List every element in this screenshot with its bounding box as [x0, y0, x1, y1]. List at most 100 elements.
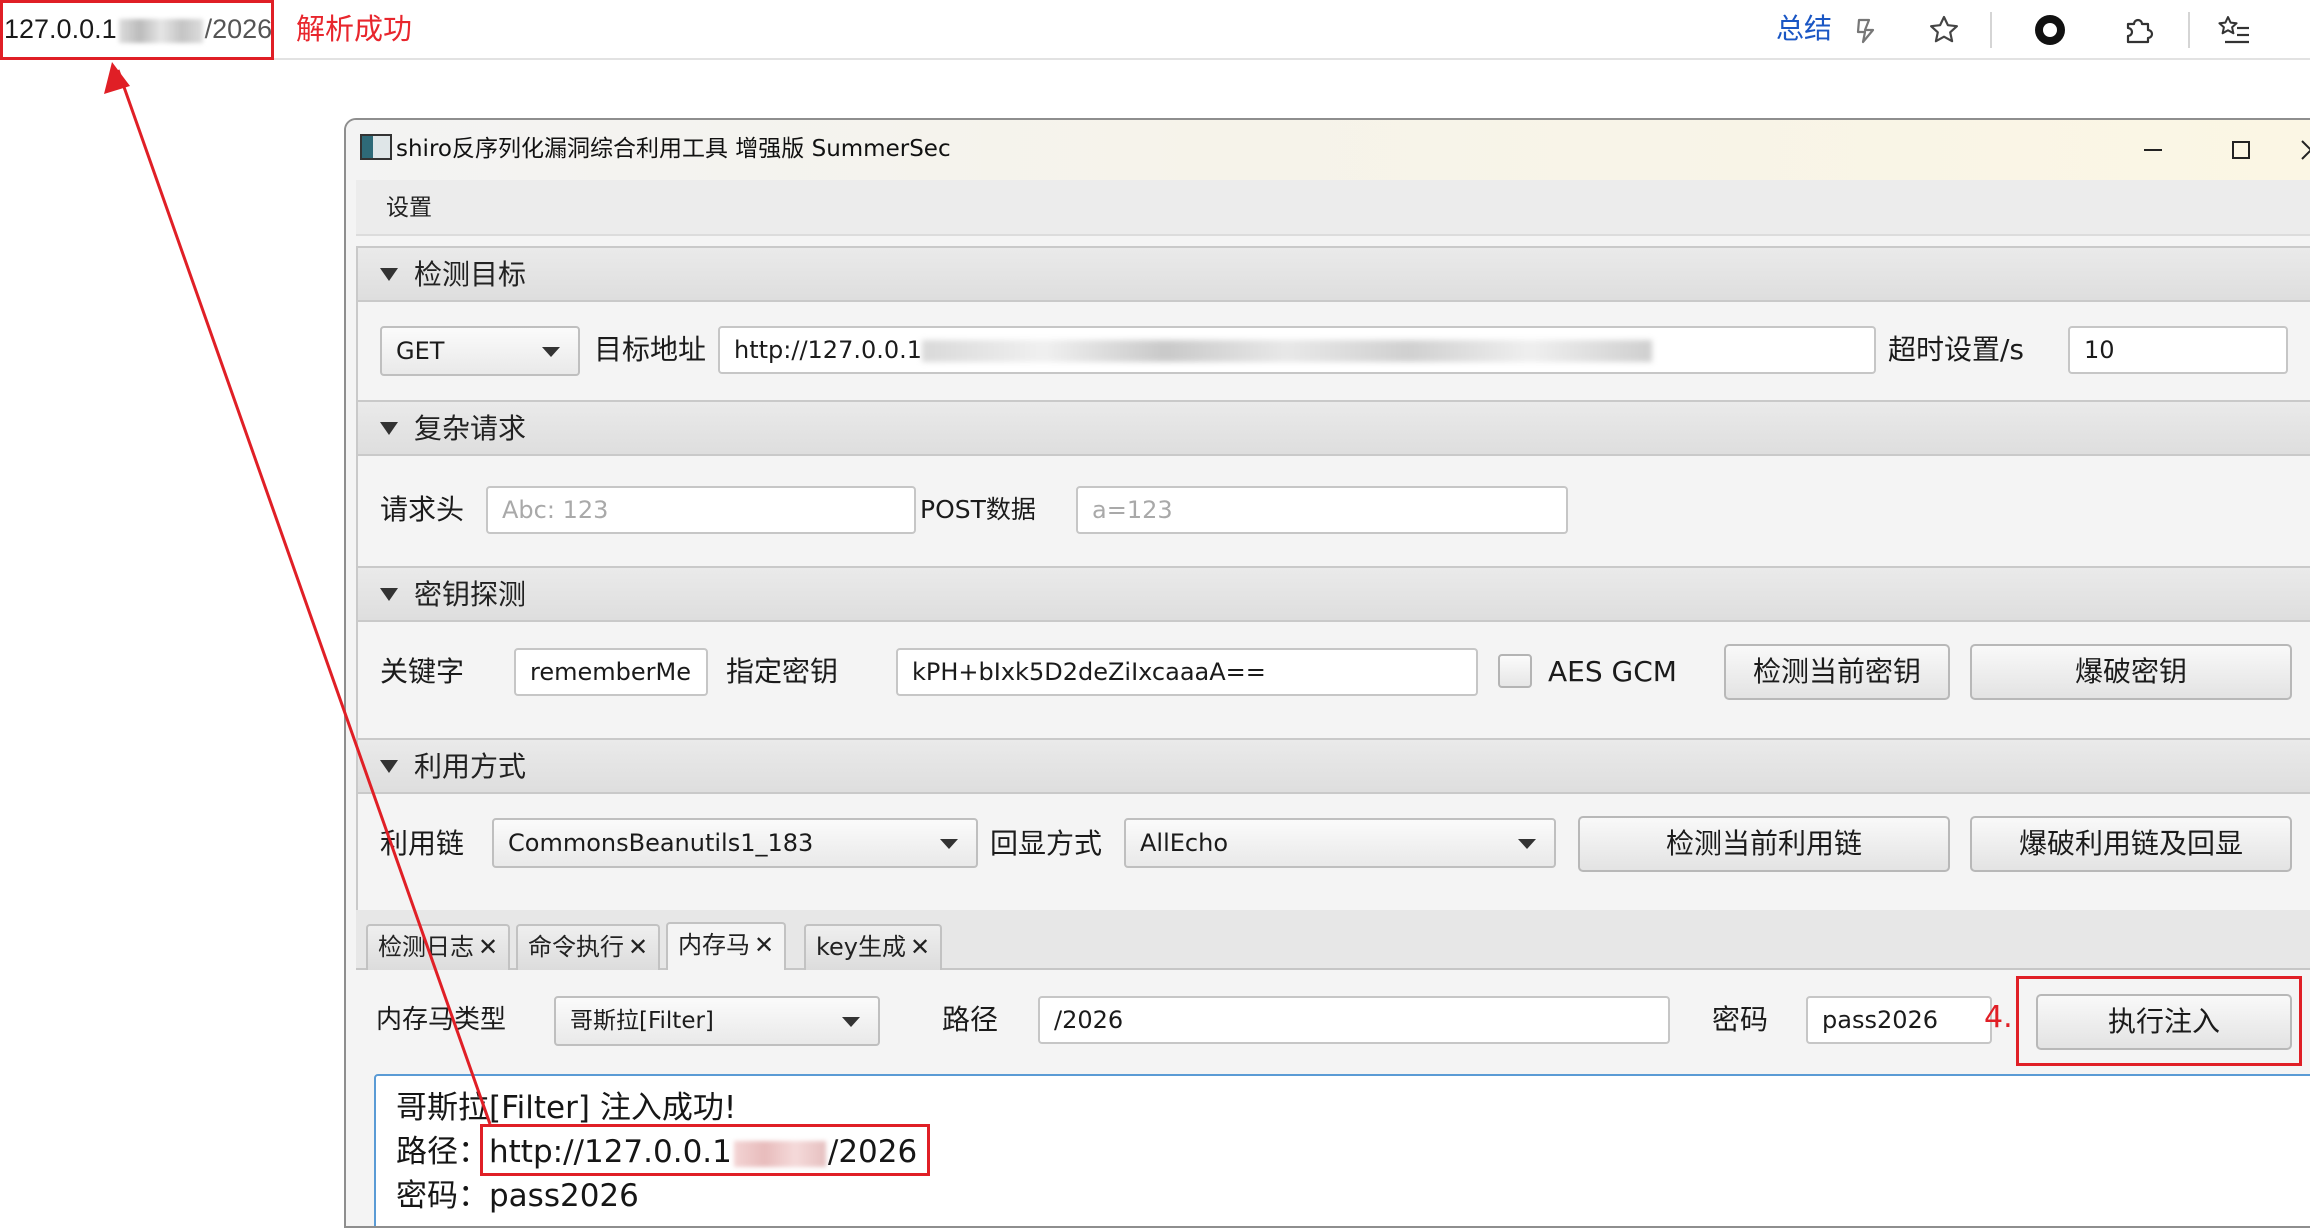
post-data-label: POST数据	[920, 495, 1036, 524]
menu-bar: 设置	[356, 180, 2310, 236]
address-bar[interactable]: 127.0.0.1/2026	[4, 6, 272, 52]
tab-strip: 检测日志 ✕ 命令执行 ✕ 内存马 ✕ key生成 ✕	[356, 910, 2310, 970]
chevron-down-icon	[940, 839, 958, 849]
title-bar: shiro反序列化漏洞综合利用工具 增强版 SummerSec	[346, 120, 2310, 180]
output-password-label: 密码：	[396, 1178, 489, 1214]
timeout-label: 超时设置/s	[1888, 333, 2025, 366]
tab-label: 内存马	[678, 931, 750, 959]
headers-input[interactable]: Abc: 123	[486, 486, 916, 534]
section-body-exploit: 利用链 CommonsBeanutils1_183 回显方式 AllEcho 检…	[356, 794, 2310, 910]
tab-label: 检测日志	[378, 933, 474, 961]
favorite-star-icon[interactable]	[1924, 10, 1964, 50]
memshell-type-select[interactable]: 哥斯拉[Filter]	[554, 996, 880, 1046]
close-tab-icon[interactable]: ✕	[910, 933, 930, 961]
section-title: 密钥探测	[414, 578, 527, 611]
brute-key-button[interactable]: 爆破密钥	[1970, 644, 2292, 700]
tab-label: 命令执行	[528, 933, 624, 961]
toolbar-divider	[2188, 12, 2190, 48]
copilot-icon[interactable]	[1846, 10, 1886, 50]
section-title: 检测目标	[414, 258, 527, 291]
favorites-list-icon[interactable]	[2214, 10, 2254, 50]
tab-label: key生成	[816, 933, 907, 961]
chain-value: CommonsBeanutils1_183	[508, 829, 814, 857]
detect-key-button[interactable]: 检测当前密钥	[1724, 644, 1950, 700]
tab-log[interactable]: 检测日志 ✕	[366, 924, 511, 970]
section-header-target[interactable]: 检测目标	[356, 246, 2310, 302]
chevron-down-icon	[842, 1017, 860, 1027]
memshell-path-input[interactable]: /2026	[1038, 996, 1670, 1044]
close-tab-icon[interactable]: ✕	[628, 933, 648, 961]
method-value: GET	[396, 337, 445, 365]
record-icon[interactable]	[2030, 10, 2070, 50]
section-body-complex: 请求头 Abc: 123 POST数据 a=123	[356, 456, 2310, 566]
section-header-key[interactable]: 密钥探测	[356, 566, 2310, 622]
memshell-password-label: 密码	[1712, 1003, 1769, 1036]
url-label: 目标地址	[594, 333, 707, 366]
toolbar-divider	[1990, 12, 1992, 48]
section-title: 利用方式	[414, 750, 527, 783]
address-path: /2026	[204, 14, 273, 44]
key-label: 指定密钥	[726, 655, 839, 688]
brute-chain-button[interactable]: 爆破利用链及回显	[1970, 816, 2292, 872]
app-window: shiro反序列化漏洞综合利用工具 增强版 SummerSec 设置 检测目标 …	[344, 118, 2310, 1228]
detect-chain-button[interactable]: 检测当前利用链	[1578, 816, 1950, 872]
echo-select[interactable]: AllEcho	[1124, 818, 1556, 868]
tab-command[interactable]: 命令执行 ✕	[516, 924, 661, 970]
browser-toolbar: 127.0.0.1/2026 解析成功 总结	[0, 0, 2310, 60]
address-host: 127.0.0.1	[4, 14, 117, 44]
close-button[interactable]	[2276, 120, 2310, 180]
chevron-down-icon	[542, 347, 560, 357]
output-console[interactable]: 哥斯拉[Filter] 注入成功! 路径：http://127.0.0.1/20…	[374, 1074, 2310, 1226]
headers-label: 请求头	[380, 493, 465, 526]
output-path-label: 路径：	[396, 1134, 489, 1170]
tab-keygen[interactable]: key生成 ✕	[804, 924, 943, 970]
output-line-password: 密码：pass2026	[396, 1174, 2310, 1218]
maximize-button[interactable]	[2206, 120, 2276, 180]
output-url-path: /2026	[827, 1134, 918, 1170]
echo-label: 回显方式	[990, 827, 1103, 860]
method-select[interactable]: GET	[380, 326, 580, 376]
key-input[interactable]: kPH+bIxk5D2deZiIxcaaaA==	[896, 648, 1478, 696]
menu-settings[interactable]: 设置	[386, 190, 432, 226]
output-path-url: http://127.0.0.1/2026	[489, 1134, 917, 1170]
app-icon	[360, 134, 392, 160]
close-tab-icon[interactable]: ✕	[754, 931, 774, 959]
section-title: 复杂请求	[414, 412, 527, 445]
memshell-type-label: 内存马类型	[376, 1005, 507, 1035]
output-password-value: pass2026	[489, 1178, 639, 1214]
aes-gcm-checkbox[interactable]	[1498, 654, 1532, 688]
output-url-host: http://127.0.0.1	[489, 1134, 732, 1170]
echo-value: AllEcho	[1140, 829, 1229, 857]
minimize-button[interactable]	[2118, 120, 2188, 180]
collapse-triangle-icon	[380, 760, 398, 773]
section-body-key: 关键字 rememberMe 指定密钥 kPH+bIxk5D2deZiIxcaa…	[356, 622, 2310, 738]
summary-link[interactable]: 总结	[1776, 9, 1832, 49]
collapse-triangle-icon	[380, 422, 398, 435]
redacted-port	[733, 1140, 826, 1167]
section-body-target: GET 目标地址 http://127.0.0.1 超时设置/s 10	[356, 302, 2310, 400]
tab-memshell[interactable]: 内存马 ✕	[666, 922, 787, 970]
output-line-status: 哥斯拉[Filter] 注入成功!	[396, 1090, 737, 1126]
memshell-password-input[interactable]: pass2026	[1806, 996, 1992, 1044]
close-tab-icon[interactable]: ✕	[478, 933, 498, 961]
url-value: http://127.0.0.1	[734, 336, 923, 364]
section-header-exploit[interactable]: 利用方式	[356, 738, 2310, 794]
chevron-down-icon	[1518, 839, 1536, 849]
timeout-input[interactable]: 10	[2068, 326, 2288, 374]
url-input[interactable]: http://127.0.0.1	[718, 326, 1876, 374]
memshell-path-label: 路径	[942, 1003, 999, 1036]
keyword-input[interactable]: rememberMe	[514, 648, 708, 696]
aes-gcm-label: AES GCM	[1548, 655, 1677, 688]
window-title: shiro反序列化漏洞综合利用工具 增强版 SummerSec	[396, 136, 951, 162]
inject-button[interactable]: 执行注入	[2036, 994, 2292, 1050]
chain-label: 利用链	[380, 827, 465, 860]
keyword-label: 关键字	[380, 655, 465, 688]
chain-select[interactable]: CommonsBeanutils1_183	[492, 818, 978, 868]
extensions-icon[interactable]	[2118, 10, 2158, 50]
redacted-url	[922, 340, 1653, 362]
annotation-step-label: 4.	[1984, 1000, 2013, 1035]
section-header-complex[interactable]: 复杂请求	[356, 400, 2310, 456]
post-data-input[interactable]: a=123	[1076, 486, 1568, 534]
parse-status-label: 解析成功	[296, 12, 413, 46]
redacted-port	[118, 18, 203, 43]
